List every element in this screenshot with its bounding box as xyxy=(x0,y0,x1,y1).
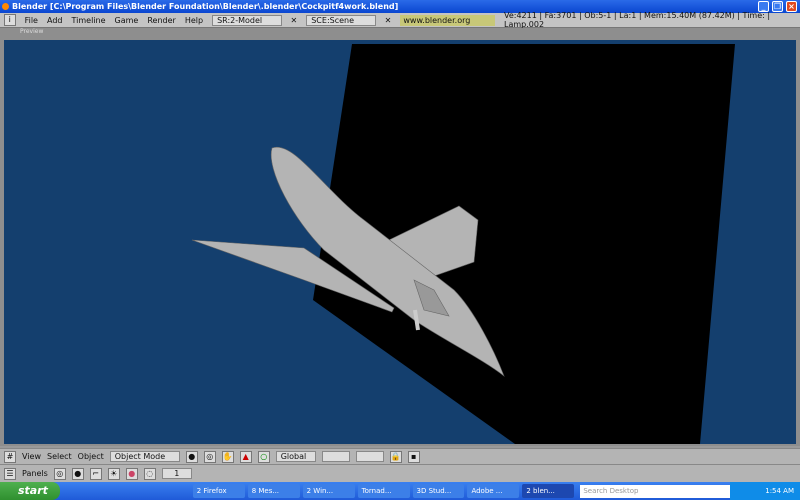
panels-label[interactable]: Panels xyxy=(22,469,48,478)
menu-file[interactable]: File xyxy=(25,16,38,25)
window-type-icon[interactable]: # xyxy=(4,450,16,463)
manipulator-hand-icon[interactable]: ✋ xyxy=(221,450,234,463)
layer-buttons-2[interactable] xyxy=(355,451,384,462)
rotate-icon[interactable]: ○ xyxy=(257,450,270,463)
3d-viewport[interactable] xyxy=(0,36,800,446)
blender-logo-icon xyxy=(2,3,9,10)
menu-timeline[interactable]: Timeline xyxy=(71,16,105,25)
scene-selector[interactable]: SCE:Scene xyxy=(306,14,376,26)
task-firefox[interactable]: 2 Firefox xyxy=(192,484,245,498)
taskbar: start 2 Firefox 8 Mes... 2 Win... Tornad… xyxy=(0,482,800,500)
scene-stats: Ve:4211 | Fa:3701 | Ob:5-1 | La:1 | Mem:… xyxy=(504,11,771,29)
blender-url[interactable]: www.blender.org 248.1 xyxy=(400,14,495,36)
menu-render[interactable]: Render xyxy=(147,16,175,25)
delete-scene-icon[interactable]: ✕ xyxy=(385,16,392,25)
preview-label: Preview xyxy=(20,28,44,35)
shading-icon[interactable]: ● xyxy=(185,450,198,463)
lock-icon[interactable]: 🔒 xyxy=(389,450,402,463)
system-tray: 1:54 AM xyxy=(730,482,800,500)
screen-selector[interactable]: SR:2-Model xyxy=(212,14,282,26)
3d-view-header: # View Select Object Object Mode ● ◎ ✋ ▲… xyxy=(0,448,800,464)
logic-icon[interactable]: ◎ xyxy=(53,467,66,480)
menu-select[interactable]: Select xyxy=(47,452,72,461)
search-desktop-input[interactable]: Search Desktop xyxy=(580,484,731,498)
delete-screen-icon[interactable]: ✕ xyxy=(291,16,298,25)
window-title: Blender [C:\Program Files\Blender Founda… xyxy=(12,2,399,11)
frame-field[interactable]: 1 xyxy=(161,468,192,479)
preview-header: Preview xyxy=(0,28,800,36)
task-blender[interactable]: 2 blen... xyxy=(522,484,575,498)
translate-icon[interactable]: ▲ xyxy=(239,450,252,463)
menu-object[interactable]: Object xyxy=(78,452,104,461)
material-sphere-icon[interactable]: ● xyxy=(71,467,84,480)
scene-icon[interactable]: ☀ xyxy=(107,467,120,480)
render-icon[interactable]: ▪ xyxy=(407,450,420,463)
buttons-header: ☰ Panels ◎ ● ⌐ ☀ ● ◌ 1 xyxy=(0,464,800,482)
object-icon[interactable]: ⌐ xyxy=(89,467,102,480)
info-icon[interactable]: i xyxy=(4,14,16,26)
menu-add[interactable]: Add xyxy=(47,16,63,25)
layer-buttons[interactable] xyxy=(321,451,350,462)
task-3dstudio[interactable]: 3D Stud... xyxy=(412,484,465,498)
start-button[interactable]: start xyxy=(0,482,60,500)
menu-view[interactable]: View xyxy=(22,452,41,461)
task-messenger[interactable]: 8 Mes... xyxy=(247,484,300,498)
task-adobe[interactable]: Adobe ... xyxy=(467,484,520,498)
material-icon[interactable]: ● xyxy=(125,467,138,480)
viewport-render xyxy=(4,40,796,444)
pivot-icon[interactable]: ◎ xyxy=(203,450,216,463)
clock: 1:54 AM xyxy=(765,487,795,495)
menu-game[interactable]: Game xyxy=(115,16,139,25)
menu-help[interactable]: Help xyxy=(185,16,203,25)
mode-selector[interactable]: Object Mode xyxy=(109,451,180,462)
task-windows[interactable]: 2 Win... xyxy=(302,484,355,498)
menu-bar: i File Add Timeline Game Render Help SR:… xyxy=(0,11,800,36)
orientation-selector[interactable]: Global xyxy=(275,451,316,462)
task-tornado[interactable]: Tornad... xyxy=(357,484,410,498)
window-type-icon-2[interactable]: ☰ xyxy=(4,467,16,480)
world-icon[interactable]: ◌ xyxy=(143,467,156,480)
